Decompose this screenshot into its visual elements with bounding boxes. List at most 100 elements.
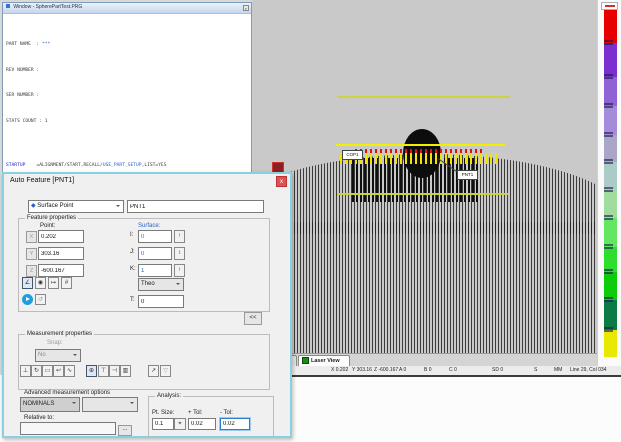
laser-stripe-line	[336, 144, 505, 146]
measure-order-icon[interactable]: ∠	[22, 277, 33, 289]
retest-button[interactable]: ↺	[35, 294, 46, 305]
minus-tol-input[interactable]	[220, 418, 250, 430]
snap-point-icon[interactable]: ↦	[48, 277, 59, 289]
relative-to-label: Relative to:	[24, 415, 54, 421]
pt-size-label: Pt. Size:	[152, 410, 174, 416]
pt-size-input[interactable]	[152, 418, 174, 430]
x-axis-button[interactable]: X	[26, 231, 37, 243]
code-line: SER NUMBER :	[6, 93, 251, 99]
y-axis-button[interactable]: Y	[26, 248, 37, 260]
tab-laser-view-label: Laser View	[311, 358, 340, 364]
close-icon[interactable]: x	[276, 176, 287, 187]
surface-point-icon: ◆	[31, 203, 36, 209]
t-label: T:	[130, 297, 135, 303]
status-item: B 0	[424, 367, 432, 373]
auto-feature-dialog: Auto Feature [PNT1] x ◆ Surface Point Fe…	[2, 172, 292, 438]
plus-tol-label: + Tol:	[188, 410, 202, 416]
program-code[interactable]: PART NAME : *** REV NUMBER : SER NUMBER …	[3, 14, 251, 173]
dialog-title: Auto Feature [PNT1]	[10, 177, 74, 184]
vector-jump-icon[interactable]: ↗	[148, 365, 159, 377]
browse-button[interactable]: ...	[118, 425, 132, 436]
scale-header-box	[601, 2, 618, 10]
laser-graphics-view[interactable]: COP1 PNT1	[252, 0, 598, 353]
code-line: PART NAME : ***	[6, 42, 251, 48]
status-item: S	[534, 367, 537, 373]
color-band	[604, 162, 617, 190]
target-icon[interactable]: ⊕	[86, 365, 97, 377]
k-value-input[interactable]	[138, 264, 172, 277]
status-item: Z -600.167	[374, 367, 398, 373]
nominals-dropdown[interactable]: NOMINALS	[20, 397, 80, 412]
point-label: Point:	[40, 223, 55, 229]
magnifier-icon[interactable]: ⌖	[174, 418, 186, 430]
scan-stripe-points	[340, 153, 500, 164]
program-icon	[6, 4, 10, 8]
filter-icon[interactable]: ▽	[160, 365, 171, 377]
histogram-icon[interactable]: ▥	[120, 365, 131, 377]
x-value-input[interactable]	[38, 230, 84, 243]
i-value-input[interactable]	[138, 230, 172, 243]
measurement-properties-label: Measurement properties	[25, 331, 94, 337]
analysis-group: Analysis:	[148, 396, 274, 438]
color-band	[604, 135, 617, 162]
offset-icon[interactable]: ⊣	[109, 365, 120, 377]
cop1-feature-label[interactable]: COP1	[342, 150, 363, 160]
return-path-icon[interactable]: ↩	[53, 365, 64, 377]
i-label: I:	[130, 232, 133, 238]
window-menu-button[interactable]: ▪	[243, 5, 249, 11]
color-band	[604, 10, 617, 43]
theo-dropdown[interactable]: Theo	[138, 278, 184, 291]
status-item: MM	[554, 367, 562, 373]
y-value-input[interactable]	[38, 247, 84, 260]
color-band	[604, 300, 617, 330]
edit-window[interactable]: Window - SpherePartTest.PRG ▪ PART NAME …	[2, 2, 252, 173]
waveform-icon[interactable]: ∿	[64, 365, 75, 377]
feature-properties-label: Feature properties	[25, 215, 78, 221]
laser-view-icon	[302, 357, 309, 364]
relative-to-input[interactable]	[20, 422, 116, 435]
app-screen: COP1 PNT1 Live View Laser View X 0.202 Y…	[0, 0, 621, 442]
flip-vector-icon[interactable]: ↕	[174, 247, 185, 260]
edit-window-titlebar: Window - SpherePartTest.PRG ▪	[3, 3, 251, 14]
probe-trigger-icon[interactable]: ⊥	[20, 365, 31, 377]
region-icon[interactable]: ▭	[42, 365, 53, 377]
feature-type-dropdown[interactable]: ◆ Surface Point	[28, 200, 124, 213]
status-item: A 0	[399, 367, 406, 373]
feature-type-value: Surface Point	[37, 203, 73, 209]
status-item: X 0.202	[331, 367, 348, 373]
snap-dropdown[interactable]: No	[35, 349, 81, 362]
color-band	[604, 272, 617, 300]
pnt1-feature-label[interactable]: PNT1	[457, 170, 478, 180]
deviation-color-bar[interactable]	[604, 10, 617, 357]
test-execute-button[interactable]	[22, 294, 33, 305]
z-axis-button[interactable]: Z	[26, 265, 37, 277]
scan-point-cloud-field	[252, 222, 597, 353]
rescan-icon[interactable]: ↻	[31, 365, 42, 377]
status-item: Line 29, Col 034	[570, 367, 606, 373]
j-label: J:	[130, 249, 135, 255]
edit-window-title: Window - SpherePartTest.PRG	[13, 4, 82, 10]
surface-vector-icon[interactable]: ↑	[174, 230, 185, 243]
touch-point-icon[interactable]: ⊤	[98, 365, 109, 377]
t-value-input[interactable]	[138, 295, 184, 308]
status-item: C 0	[449, 367, 457, 373]
snap-label: Snap:	[47, 340, 63, 346]
find-nominal-icon[interactable]: ◉	[35, 277, 46, 289]
k-label: K:	[130, 266, 136, 272]
advanced-options-label: Advanced measurement options	[24, 390, 110, 396]
status-bar: X 0.202 Y 303.16 Z -600.167 A 0 B 0 C 0 …	[252, 366, 621, 377]
view-tab-strip: Live View Laser View	[252, 353, 598, 367]
nominal-mode-dropdown[interactable]	[82, 397, 138, 412]
collapse-button[interactable]: <<	[244, 312, 262, 325]
pattern-grid-icon[interactable]: #	[61, 277, 72, 289]
minus-tol-label: - Tol:	[220, 410, 233, 416]
z-value-input[interactable]	[38, 264, 84, 277]
plus-tol-input[interactable]	[188, 418, 216, 430]
color-band	[604, 218, 617, 247]
j-value-input[interactable]	[138, 247, 172, 260]
color-band	[604, 190, 617, 218]
align-vector-icon[interactable]: ↑	[174, 264, 185, 277]
code-line: REV NUMBER :	[6, 68, 251, 74]
code-line: STATS COUNT : 1	[6, 119, 251, 125]
feature-name-input[interactable]	[127, 200, 264, 213]
